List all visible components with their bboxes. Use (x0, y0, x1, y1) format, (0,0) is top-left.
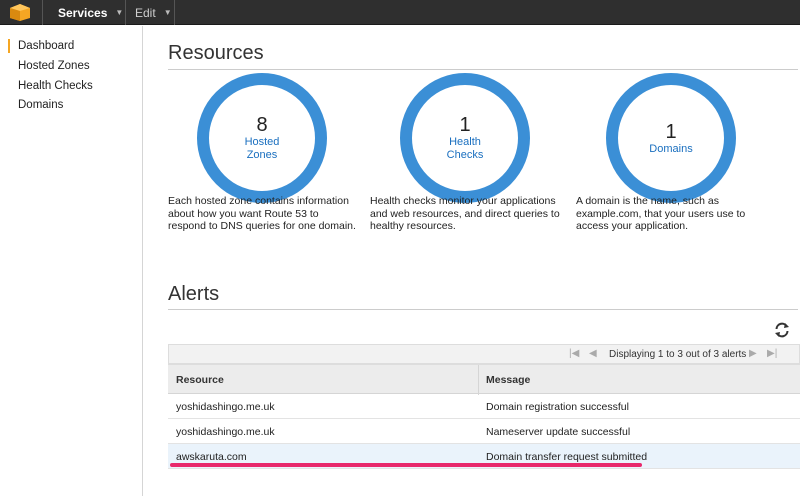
message-cell: Domain transfer request submitted (486, 451, 647, 463)
topbar-divider (125, 0, 126, 25)
column-separator (478, 365, 479, 395)
pagination-text: Displaying 1 to 3 out of 3 alerts (609, 349, 746, 360)
pagination-bar: |◀ ◀ Displaying 1 to 3 out of 3 alerts ▶… (168, 344, 800, 364)
domains-count: 1 (665, 121, 676, 143)
resource-cell: yoshidashingo.me.uk (176, 401, 275, 413)
refresh-icon[interactable] (773, 321, 791, 339)
health-checks-label-line2: Checks (447, 149, 484, 162)
column-header-resource[interactable]: Resource (176, 374, 224, 386)
prev-page-icon[interactable]: ◀ (589, 348, 597, 359)
last-page-icon[interactable]: ▶| (767, 348, 777, 359)
alerts-title: Alerts (168, 283, 219, 306)
health-checks-count: 1 (459, 114, 470, 136)
domains-description: A domain is the name, such as example.co… (576, 195, 766, 233)
topbar-divider (42, 0, 43, 25)
edit-menu-label: Edit (135, 6, 156, 20)
health-checks-description: Health checks monitor your applications … (370, 195, 560, 233)
sidebar-item-hosted-zones[interactable]: Hosted Zones (18, 60, 90, 72)
resource-cell: yoshidashingo.me.uk (176, 426, 275, 438)
table-row[interactable]: awskaruta.com Domain transfer request su… (168, 444, 800, 469)
main-content: Resources 8 Hosted Zones Each hosted zon… (144, 26, 800, 496)
table-row[interactable]: yoshidashingo.me.uk Nameserver update su… (168, 419, 800, 444)
sidebar-item-dashboard[interactable]: Dashboard (18, 40, 74, 52)
chevron-down-icon: ▼ (115, 8, 123, 17)
domains-ring[interactable]: 1 Domains (606, 73, 736, 203)
hosted-zones-description: Each hosted zone contains information ab… (168, 195, 358, 233)
first-page-icon[interactable]: |◀ (569, 348, 579, 359)
message-cell: Domain registration successful (486, 401, 629, 413)
sidebar-item-health-checks[interactable]: Health Checks (18, 80, 93, 92)
message-cell: Nameserver update successful (486, 426, 630, 438)
services-menu-label: Services (58, 6, 107, 20)
chevron-down-icon: ▼ (164, 8, 172, 17)
active-indicator (8, 39, 10, 53)
divider (168, 309, 798, 310)
next-page-icon[interactable]: ▶ (749, 348, 757, 359)
health-checks-ring[interactable]: 1 Health Checks (400, 73, 530, 203)
topbar-divider (174, 0, 175, 25)
health-checks-label-line1: Health (449, 136, 481, 149)
table-header: Resource Message (168, 364, 800, 394)
top-navigation-bar: Services ▼ Edit ▼ (0, 0, 800, 25)
alerts-table: |◀ ◀ Displaying 1 to 3 out of 3 alerts ▶… (168, 344, 800, 469)
edit-menu[interactable]: Edit ▼ (135, 0, 172, 25)
sidebar-item-domains[interactable]: Domains (18, 99, 63, 111)
highlight-underline (170, 463, 642, 467)
domains-label-line1: Domains (649, 143, 692, 156)
hosted-zones-count: 8 (256, 114, 267, 136)
hosted-zones-label-line1: Hosted (245, 136, 280, 149)
services-menu[interactable]: Services ▼ (58, 0, 123, 25)
hosted-zones-label-line2: Zones (247, 149, 278, 162)
hosted-zones-ring[interactable]: 8 Hosted Zones (197, 73, 327, 203)
aws-logo-icon[interactable] (9, 3, 31, 22)
table-row[interactable]: yoshidashingo.me.uk Domain registration … (168, 394, 800, 419)
column-header-message[interactable]: Message (486, 374, 530, 386)
divider (168, 69, 798, 70)
resources-title: Resources (168, 42, 264, 65)
sidebar: Dashboard Hosted Zones Health Checks Dom… (0, 26, 143, 496)
resource-cell: awskaruta.com (176, 451, 247, 463)
